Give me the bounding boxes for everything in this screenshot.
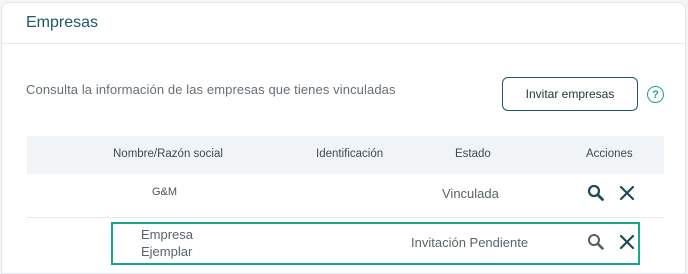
close-icon[interactable] xyxy=(617,232,637,252)
search-icon[interactable] xyxy=(586,232,606,252)
column-header-status: Estado xyxy=(455,148,491,160)
company-name-line1: Empresa xyxy=(141,227,194,242)
company-status: Vinculada xyxy=(442,186,499,201)
table-header: Nombre/Razón social Identificación Estad… xyxy=(27,136,664,174)
column-header-identification: Identificación xyxy=(316,148,384,160)
company-status: Invitación Pendiente xyxy=(411,235,529,250)
help-icon[interactable]: ? xyxy=(647,86,664,103)
page-title: Empresas xyxy=(26,14,99,31)
close-icon[interactable] xyxy=(617,183,637,203)
row-divider xyxy=(27,217,664,218)
companies-card: Empresas Consulta la información de las … xyxy=(1,2,686,274)
column-header-name: Nombre/Razón social xyxy=(113,148,223,160)
intro-text: Consulta la información de las empresas … xyxy=(26,82,396,97)
company-name: G&M xyxy=(152,186,178,198)
invite-companies-button[interactable]: Invitar empresas xyxy=(502,77,638,111)
search-icon[interactable] xyxy=(586,183,606,203)
card-header: Empresas xyxy=(2,3,685,44)
column-header-actions: Acciones xyxy=(586,148,633,160)
company-name-line2: Ejemplar xyxy=(141,244,193,259)
